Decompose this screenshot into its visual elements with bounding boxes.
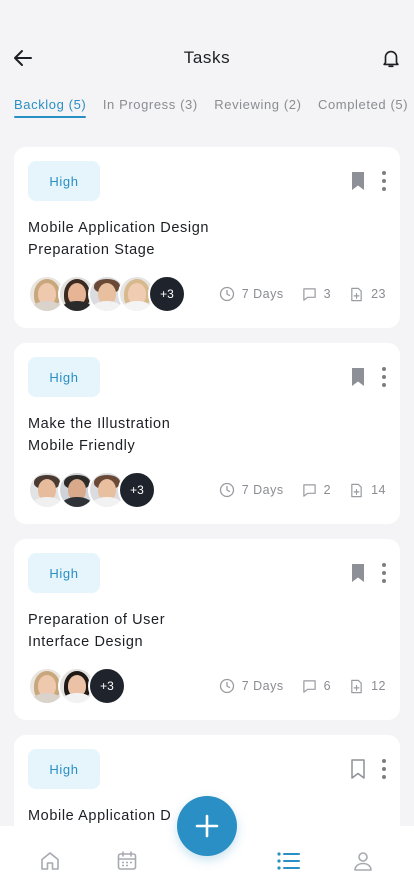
clock-icon — [219, 482, 234, 498]
more-assignees-badge: +3 — [148, 275, 186, 313]
tab-backlog[interactable]: Backlog (5) — [14, 97, 87, 118]
task-card[interactable]: High Mobile Application Design Preparati… — [14, 147, 400, 328]
clock-icon — [219, 286, 234, 302]
file-icon — [351, 679, 362, 693]
comments-count: 2 — [302, 483, 331, 498]
duration: 7 Days — [219, 286, 284, 302]
comment-icon — [302, 483, 316, 497]
priority-badge: High — [28, 357, 100, 397]
task-title: Mobile Application Design Preparation St… — [28, 220, 210, 258]
tab-reviewing[interactable]: Reviewing (2) — [214, 97, 301, 118]
status-tabs: Backlog (5) In Progress (3) Reviewing (2… — [14, 96, 414, 122]
list-icon — [277, 852, 300, 870]
bookmark-icon[interactable] — [350, 367, 366, 387]
bookmark-outline-icon[interactable] — [350, 759, 366, 779]
nav-profile[interactable] — [350, 848, 376, 874]
task-meta: 7 Days 6 12 — [201, 677, 386, 695]
more-options-button[interactable] — [378, 169, 390, 193]
plus-icon — [195, 814, 219, 838]
more-options-button[interactable] — [378, 561, 390, 585]
priority-badge: High — [28, 749, 100, 789]
comment-icon — [302, 287, 316, 301]
nav-tasks[interactable] — [275, 848, 301, 874]
bookmark-icon[interactable] — [350, 563, 366, 583]
clock-icon — [219, 678, 234, 694]
files-count: 23 — [349, 287, 386, 302]
notification-button[interactable] — [378, 45, 404, 71]
duration: 7 Days — [219, 678, 284, 694]
nav-calendar[interactable] — [114, 848, 140, 874]
task-meta: 7 Days 2 14 — [201, 481, 386, 499]
priority-badge: High — [28, 553, 100, 593]
tab-completed[interactable]: Completed (5) — [318, 97, 408, 118]
tab-in-progress[interactable]: In Progress (3) — [103, 97, 198, 118]
app-header: Tasks — [0, 0, 414, 90]
assignee-avatars[interactable]: +3 — [28, 667, 126, 705]
more-assignees-badge: +3 — [118, 471, 156, 509]
add-task-button[interactable] — [177, 796, 237, 856]
files-count: 12 — [349, 679, 386, 694]
task-card[interactable]: High Preparation of User Interface Desig… — [14, 539, 400, 720]
task-card[interactable]: High Make the Illustration Mobile Friend… — [14, 343, 400, 524]
bell-icon — [383, 50, 399, 68]
duration: 7 Days — [219, 482, 284, 498]
comment-icon — [302, 679, 316, 693]
priority-badge: High — [28, 161, 100, 201]
task-meta: 7 Days 3 23 — [201, 285, 386, 303]
comments-count: 3 — [302, 287, 331, 302]
more-assignees-badge: +3 — [88, 667, 126, 705]
comments-count: 6 — [302, 679, 331, 694]
more-options-button[interactable] — [378, 757, 390, 781]
profile-icon — [354, 852, 372, 871]
nav-home[interactable] — [37, 848, 63, 874]
calendar-icon — [117, 851, 137, 870]
task-title: Preparation of User Interface Design — [28, 612, 166, 650]
file-icon — [351, 287, 362, 301]
files-count: 14 — [349, 483, 386, 498]
assignee-avatars[interactable]: +3 — [28, 275, 186, 313]
more-options-button[interactable] — [378, 365, 390, 389]
assignee-avatars[interactable]: +3 — [28, 471, 156, 509]
page-title: Tasks — [183, 48, 231, 67]
file-icon — [351, 483, 362, 497]
bookmark-icon[interactable] — [350, 171, 366, 191]
task-title: Make the Illustration Mobile Friendly — [28, 416, 171, 454]
home-icon — [41, 852, 59, 870]
